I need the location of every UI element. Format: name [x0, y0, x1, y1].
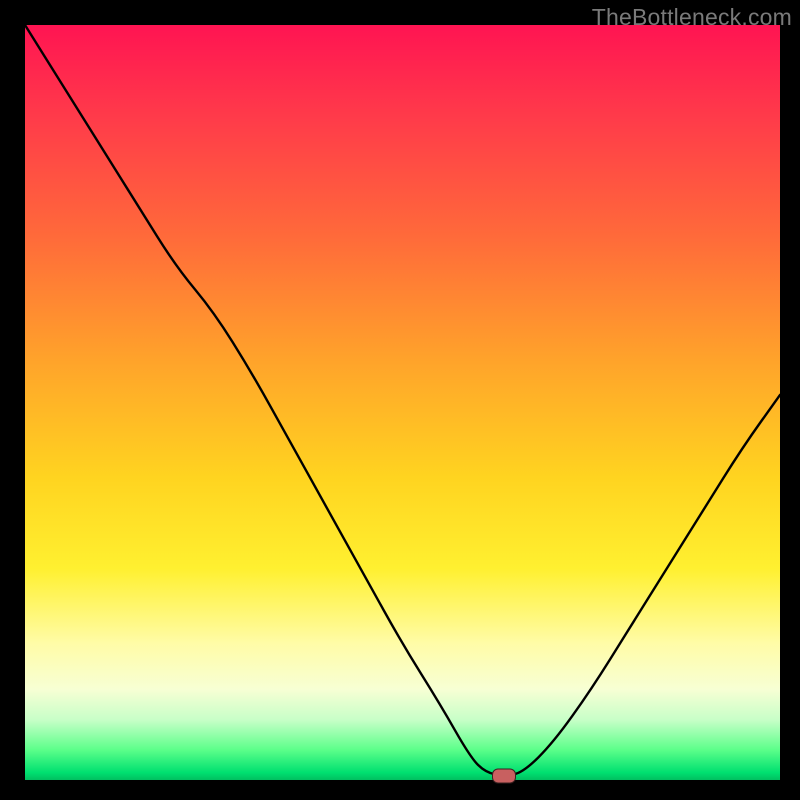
bottleneck-curve — [25, 25, 780, 780]
optimum-marker — [492, 769, 516, 784]
plot-area — [25, 25, 780, 780]
curve-path — [25, 25, 780, 775]
watermark-text: TheBottleneck.com — [592, 4, 792, 31]
chart-stage: TheBottleneck.com — [0, 0, 800, 800]
